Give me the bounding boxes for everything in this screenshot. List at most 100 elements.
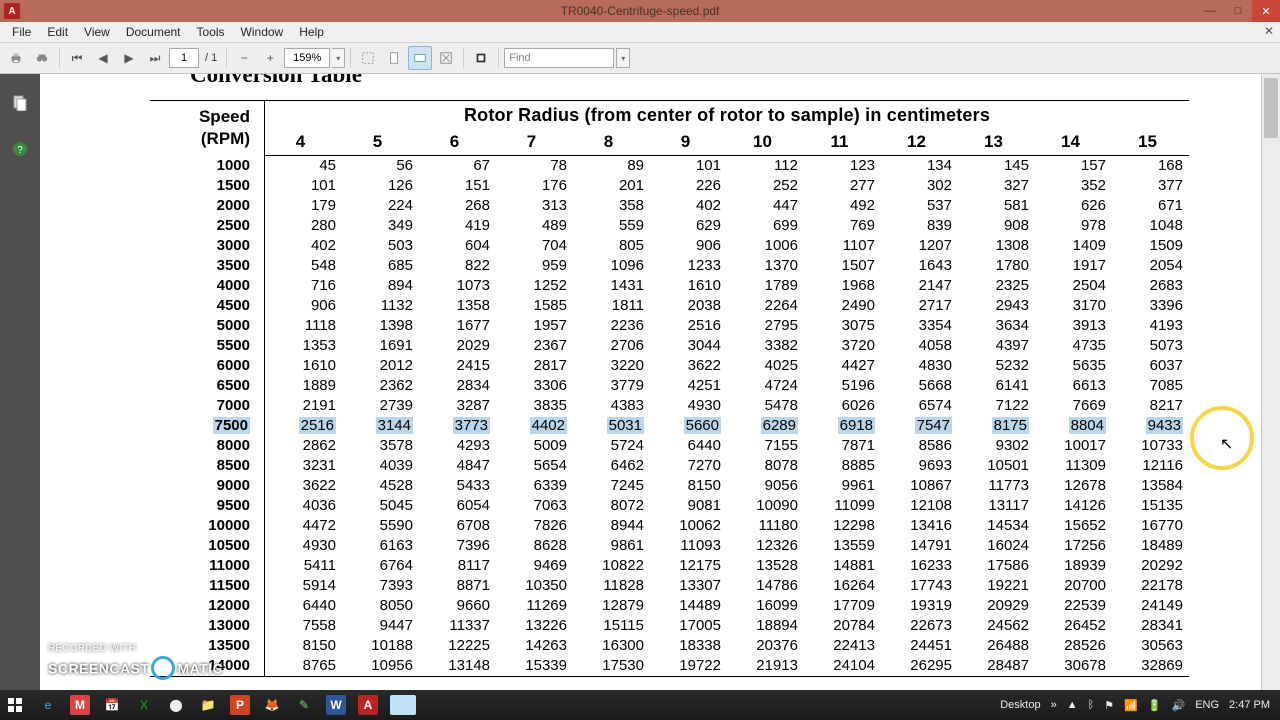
taskbar-app-icon[interactable]: ⬤ <box>166 695 186 715</box>
menu-edit[interactable]: Edit <box>39 25 76 39</box>
value-cell: 5478 <box>727 396 804 416</box>
taskbar-blank-icon[interactable] <box>390 695 416 715</box>
value-cell: 67 <box>419 156 496 177</box>
find-input[interactable]: Find <box>504 48 614 68</box>
rpm-cell: 3000 <box>150 236 265 256</box>
start-button[interactable] <box>0 690 30 720</box>
value-cell: 26452 <box>1035 616 1112 636</box>
value-cell: 1917 <box>1035 256 1112 276</box>
menu-tools[interactable]: Tools <box>189 25 233 39</box>
zoom-out-icon[interactable]: − <box>232 46 256 70</box>
minimize-button[interactable]: — <box>1196 0 1224 22</box>
value-cell: 489 <box>496 216 573 236</box>
value-cell: 9302 <box>958 436 1035 456</box>
marquee-zoom-icon[interactable] <box>356 46 380 70</box>
value-cell: 8078 <box>727 456 804 476</box>
value-cell: 17709 <box>804 596 881 616</box>
value-cell: 959 <box>496 256 573 276</box>
value-cell: 9861 <box>573 536 650 556</box>
zoom-dropdown-icon[interactable]: ▾ <box>332 48 345 68</box>
value-cell: 581 <box>958 196 1035 216</box>
prev-page-icon[interactable]: ◀ <box>91 46 115 70</box>
value-cell: 4251 <box>650 376 727 396</box>
tray-up-icon[interactable]: ▲ <box>1067 699 1078 711</box>
tray-bluetooth-icon[interactable]: ᛒ <box>1088 699 1095 711</box>
value-cell: 1096 <box>573 256 650 276</box>
rpm-cell: 10000 <box>150 516 265 536</box>
binoculars-icon[interactable] <box>30 46 54 70</box>
tray-network-icon[interactable]: 📶 <box>1124 699 1138 712</box>
value-cell: 26488 <box>958 636 1035 656</box>
find-dropdown-icon[interactable]: ▾ <box>616 48 630 68</box>
scroll-thumb[interactable] <box>1264 78 1278 138</box>
tray-battery-icon[interactable]: 🔋 <box>1148 699 1162 712</box>
value-cell: 24451 <box>881 636 958 656</box>
value-cell: 6440 <box>650 436 727 456</box>
radius-header: 12 <box>881 129 958 156</box>
tray-chevron-icon[interactable]: » <box>1051 699 1057 711</box>
value-cell: 10090 <box>727 496 804 516</box>
last-page-icon[interactable]: ⏭ <box>143 46 167 70</box>
value-cell: 280 <box>265 216 343 236</box>
menu-document[interactable]: Document <box>118 25 189 39</box>
taskbar-gmail-icon[interactable]: M <box>70 695 90 715</box>
value-cell: 3287 <box>419 396 496 416</box>
value-cell: 6574 <box>881 396 958 416</box>
table-row: 4500906113213581585181120382264249027172… <box>150 296 1189 316</box>
fit-visible-icon[interactable] <box>434 46 458 70</box>
value-cell: 4528 <box>342 476 419 496</box>
value-cell: 7669 <box>1035 396 1112 416</box>
page-number-input[interactable]: 1 <box>169 48 199 68</box>
taskbar-powerpoint-icon[interactable]: P <box>230 695 250 715</box>
fit-width-icon[interactable] <box>408 46 432 70</box>
value-cell: 3396 <box>1112 296 1189 316</box>
taskbar-acrobat-icon[interactable]: A <box>358 695 378 715</box>
zoom-in-icon[interactable]: + <box>258 46 282 70</box>
navigation-panel: ? <box>0 74 40 720</box>
first-page-icon[interactable]: ⏮ <box>65 46 89 70</box>
close-button[interactable]: ✕ <box>1252 0 1280 22</box>
taskbar-excel-icon[interactable]: X <box>134 695 154 715</box>
taskbar-ie-icon[interactable]: e <box>38 695 58 715</box>
menu-file[interactable]: File <box>4 25 39 39</box>
value-cell: 1048 <box>1112 216 1189 236</box>
pages-panel-icon[interactable] <box>11 94 29 112</box>
zoom-level-input[interactable]: 159% <box>284 48 330 68</box>
radius-header: 9 <box>650 129 727 156</box>
close-document-button[interactable]: ✕ <box>1264 24 1274 38</box>
tray-flag-icon[interactable]: ⚑ <box>1104 699 1114 712</box>
taskbar-explorer-icon[interactable]: 📁 <box>198 695 218 715</box>
taskbar-word-icon[interactable]: W <box>326 695 346 715</box>
table-row: 1300075589447113371322615115170051889420… <box>150 616 1189 636</box>
taskbar[interactable]: e M 📅 X ⬤ 📁 P 🦊 ✎ W A Desktop » ▲ ᛒ ⚑ 📶 … <box>0 690 1280 720</box>
tray-desktop-label[interactable]: Desktop <box>1000 699 1040 711</box>
value-cell: 8050 <box>342 596 419 616</box>
mouse-cursor: ↖ <box>1220 434 1233 454</box>
maximize-button[interactable]: □ <box>1224 0 1252 22</box>
value-cell: 6289 <box>727 416 804 436</box>
value-cell: 7245 <box>573 476 650 496</box>
next-page-icon[interactable]: ▶ <box>117 46 141 70</box>
value-cell: 12879 <box>573 596 650 616</box>
document-viewport[interactable]: Conversion Table Speed(RPM) Rotor Radius… <box>40 74 1280 720</box>
value-cell: 3170 <box>1035 296 1112 316</box>
value-cell: 4397 <box>958 336 1035 356</box>
menu-window[interactable]: Window <box>233 25 292 39</box>
help-panel-icon[interactable]: ? <box>11 140 29 158</box>
taskbar-notepad-icon[interactable]: ✎ <box>294 695 314 715</box>
taskbar-firefox-icon[interactable]: 🦊 <box>262 695 282 715</box>
taskbar-calendar-icon[interactable]: 📅 <box>102 695 122 715</box>
menu-help[interactable]: Help <box>291 25 332 39</box>
print-icon[interactable] <box>4 46 28 70</box>
tray-volume-icon[interactable]: 🔊 <box>1171 699 1185 712</box>
value-cell: 7826 <box>496 516 573 536</box>
tray-clock[interactable]: 2:47 PM <box>1229 699 1270 711</box>
menu-view[interactable]: View <box>76 25 118 39</box>
value-cell: 1789 <box>727 276 804 296</box>
fit-page-icon[interactable] <box>382 46 406 70</box>
reading-mode-icon[interactable] <box>469 46 493 70</box>
vertical-scrollbar[interactable]: ▲ ▼ <box>1261 74 1280 720</box>
value-cell: 5914 <box>265 576 343 596</box>
value-cell: 1308 <box>958 236 1035 256</box>
tray-language-label[interactable]: ENG <box>1195 699 1219 711</box>
